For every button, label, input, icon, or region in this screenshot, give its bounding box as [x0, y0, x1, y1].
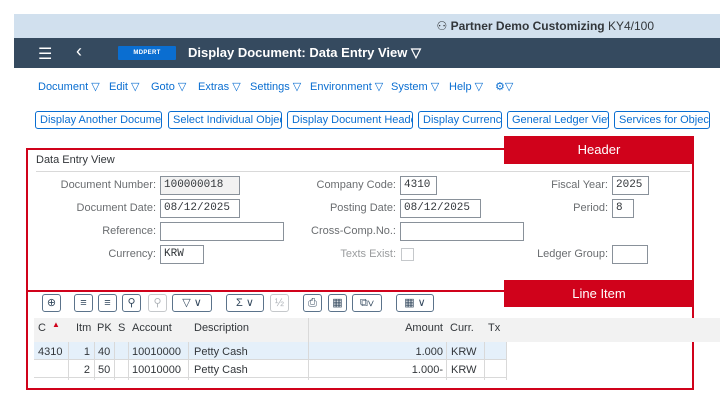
- system-name: Partner Demo Customizing: [450, 19, 605, 33]
- sort-ascending-icon[interactable]: ≡: [74, 294, 93, 312]
- general-ledger-view-button[interactable]: General Ledger View: [507, 111, 609, 129]
- panel-title: Data Entry View: [36, 154, 115, 166]
- filter-icon[interactable]: ▽ ∨: [172, 294, 212, 312]
- currency-field[interactable]: KRW: [160, 245, 204, 264]
- column-divider: [188, 342, 189, 380]
- settings-gear-icon[interactable]: ⚙▽: [495, 80, 513, 93]
- page-title[interactable]: Display Document: Data Entry View ▽: [188, 45, 421, 61]
- ledger-group-field[interactable]: [612, 245, 648, 264]
- column-divider: [68, 342, 69, 380]
- ledger-group-label: Ledger Group:: [537, 248, 608, 260]
- col-header-tx[interactable]: Tx: [488, 322, 500, 334]
- row1-amount: 1.000: [415, 346, 443, 358]
- user-group-icon: ⚇: [436, 19, 448, 33]
- col-header-itm[interactable]: Itm: [76, 322, 91, 334]
- fiscal-year-field[interactable]: 2025: [612, 176, 649, 195]
- texts-exist-checkbox[interactable]: [401, 248, 414, 261]
- export-icon[interactable]: ⧉∨: [352, 294, 382, 312]
- column-divider: [506, 342, 507, 380]
- display-another-document-button[interactable]: Display Another Document: [35, 111, 162, 129]
- services-for-object-button[interactable]: Services for Object ▾: [614, 111, 710, 129]
- row1-description: Petty Cash: [194, 346, 248, 358]
- column-divider: [114, 342, 115, 380]
- menu-goto[interactable]: Goto ▽: [151, 80, 186, 93]
- posting-date-field[interactable]: 08/12/2025: [400, 199, 481, 218]
- print-icon[interactable]: ⎙: [303, 294, 322, 312]
- cross-comp-field[interactable]: [400, 222, 524, 241]
- find-icon[interactable]: ⚲: [122, 294, 141, 312]
- menu-bar: Document ▽ Edit ▽ Goto ▽ Extras ▽ Settin…: [14, 68, 720, 106]
- header-annotation: Header: [504, 136, 694, 164]
- details-icon[interactable]: ⊕: [42, 294, 61, 312]
- row1-pk: 40: [98, 346, 111, 358]
- header-highlight-box: [26, 148, 694, 292]
- row2-curr: KRW: [451, 364, 477, 376]
- row2-amount: 1.000-: [411, 364, 443, 376]
- company-logo[interactable]: MDPERT: [118, 46, 176, 60]
- currency-label: Currency:: [108, 248, 156, 260]
- column-divider: [446, 342, 447, 380]
- find-next-icon[interactable]: ⚲: [148, 294, 167, 312]
- menu-icon[interactable]: ☰: [38, 44, 52, 64]
- posting-date-label: Posting Date:: [329, 202, 396, 214]
- system-client: KY4/100: [607, 19, 654, 33]
- layout-icon[interactable]: ▦ ∨: [396, 294, 434, 312]
- row1-c: 4310: [38, 346, 63, 358]
- col-header-amount[interactable]: Amount: [400, 322, 443, 334]
- period-label: Period:: [573, 202, 608, 214]
- panel-divider: [36, 171, 690, 172]
- reference-label: Reference:: [102, 225, 156, 237]
- sum-icon[interactable]: Σ ∨: [226, 294, 264, 312]
- reference-field[interactable]: [160, 222, 284, 241]
- col-header-s[interactable]: S: [118, 322, 125, 334]
- row2-itm: 2: [83, 364, 90, 376]
- column-divider: [308, 318, 309, 380]
- sort-descending-icon[interactable]: ≡: [98, 294, 117, 312]
- document-number-field[interactable]: 100000018: [160, 176, 240, 195]
- shell-bar: ☰ ‹ MDPERT Display Document: Data Entry …: [14, 38, 720, 68]
- system-info: ⚇ Partner Demo Customizing KY4/100: [436, 19, 654, 33]
- column-divider: [484, 342, 485, 380]
- menu-help[interactable]: Help ▽: [449, 80, 483, 93]
- row2-description: Petty Cash: [194, 364, 248, 376]
- display-currency-button[interactable]: Display Currency: [418, 111, 502, 129]
- texts-exist-label: Texts Exist:: [340, 248, 396, 260]
- col-header-c[interactable]: C: [38, 322, 46, 334]
- select-individual-object-button[interactable]: Select Individual Object: [168, 111, 282, 129]
- fiscal-year-label: Fiscal Year:: [551, 179, 608, 191]
- document-number-label: Document Number:: [60, 179, 156, 191]
- document-date-field[interactable]: 08/12/2025: [160, 199, 240, 218]
- col-header-pk[interactable]: PK: [97, 322, 112, 334]
- period-field[interactable]: 8: [612, 199, 634, 218]
- display-document-header-button[interactable]: Display Document Header: [287, 111, 413, 129]
- view-icon[interactable]: ▦: [328, 294, 347, 312]
- row1-itm: 1: [83, 346, 90, 358]
- sort-marker-icon: ▲: [52, 320, 60, 329]
- menu-extras[interactable]: Extras ▽: [198, 80, 241, 93]
- menu-system[interactable]: System ▽: [391, 80, 439, 93]
- row1-curr: KRW: [451, 346, 477, 358]
- cross-comp-label: Cross-Comp.No.:: [311, 225, 396, 237]
- subtotal-icon[interactable]: ½: [270, 294, 289, 312]
- back-icon[interactable]: ‹: [76, 41, 82, 62]
- menu-environment[interactable]: Environment ▽: [310, 80, 383, 93]
- line-item-annotation: Line Item: [504, 280, 694, 307]
- col-header-description[interactable]: Description: [194, 322, 249, 334]
- menu-document[interactable]: Document ▽: [38, 80, 100, 93]
- column-divider: [128, 342, 129, 380]
- row1-account[interactable]: 10010000: [132, 346, 181, 358]
- col-header-curr[interactable]: Curr.: [450, 322, 474, 334]
- company-code-label: Company Code:: [316, 179, 397, 191]
- row2-pk: 50: [98, 364, 111, 376]
- row2-account[interactable]: 10010000: [132, 364, 181, 376]
- col-header-account[interactable]: Account: [132, 322, 172, 334]
- menu-settings[interactable]: Settings ▽: [250, 80, 301, 93]
- company-code-field[interactable]: 4310: [400, 176, 437, 195]
- column-divider: [94, 342, 95, 380]
- menu-edit[interactable]: Edit ▽: [109, 80, 139, 93]
- document-date-label: Document Date:: [76, 202, 156, 214]
